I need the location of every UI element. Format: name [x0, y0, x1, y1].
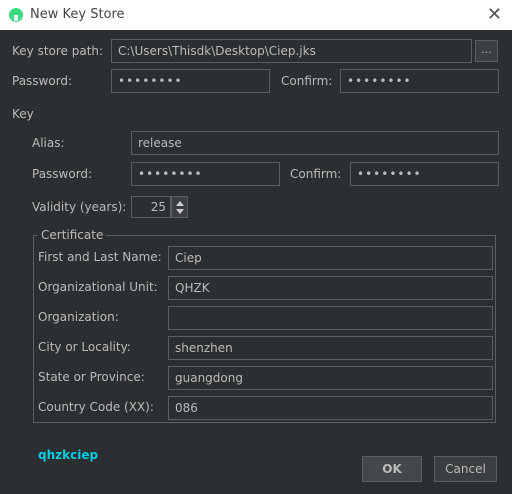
close-icon[interactable]: ✕ — [487, 4, 502, 25]
android-studio-icon — [9, 8, 23, 22]
key-confirm-label: Confirm: — [290, 167, 342, 181]
first-last-name-input[interactable]: Ciep — [168, 246, 493, 270]
ok-button[interactable]: OK — [362, 456, 422, 482]
watermark-text: qhzkciep — [38, 448, 99, 462]
country-code-input[interactable]: 086 — [168, 396, 493, 420]
title-bar: New Key Store ✕ — [0, 0, 512, 30]
organization-input[interactable] — [168, 306, 493, 330]
alias-input[interactable]: release — [131, 131, 499, 155]
spinner-down-icon[interactable] — [176, 209, 184, 214]
certificate-group-title: Certificate — [38, 227, 107, 243]
org-unit-input[interactable]: QHZK — [168, 276, 493, 300]
state-input[interactable]: guangdong — [168, 366, 493, 390]
validity-spinner-buttons[interactable] — [171, 196, 188, 218]
key-confirm-field[interactable]: •••••••• — [350, 162, 499, 186]
keystore-password-label: Password: — [12, 74, 73, 88]
spinner-up-icon[interactable] — [176, 201, 184, 206]
keystore-password-field[interactable]: •••••••• — [111, 69, 270, 93]
key-password-field[interactable]: •••••••• — [131, 162, 280, 186]
org-unit-label: Organizational Unit: — [38, 280, 158, 294]
validity-label: Validity (years): — [32, 200, 127, 214]
country-code-label: Country Code (XX): — [38, 400, 154, 414]
key-store-path-input[interactable]: C:\Users\Thisdk\Desktop\Ciep.jks — [111, 39, 472, 63]
keystore-confirm-label: Confirm: — [281, 74, 333, 88]
validity-spinner-input[interactable]: 25 — [131, 196, 171, 218]
organization-label: Organization: — [38, 310, 119, 324]
first-last-name-label: First and Last Name: — [38, 250, 162, 264]
cancel-button[interactable]: Cancel — [434, 456, 497, 482]
alias-label: Alias: — [32, 136, 65, 150]
city-label: City or Locality: — [38, 340, 131, 354]
key-password-label: Password: — [32, 167, 93, 181]
city-input[interactable]: shenzhen — [168, 336, 493, 360]
keystore-confirm-field[interactable]: •••••••• — [340, 69, 499, 93]
window-title: New Key Store — [30, 7, 125, 22]
state-label: State or Province: — [38, 370, 145, 384]
browse-button[interactable]: ... — [475, 40, 498, 62]
key-section-label: Key — [12, 107, 34, 121]
key-store-path-label: Key store path: — [12, 44, 104, 58]
